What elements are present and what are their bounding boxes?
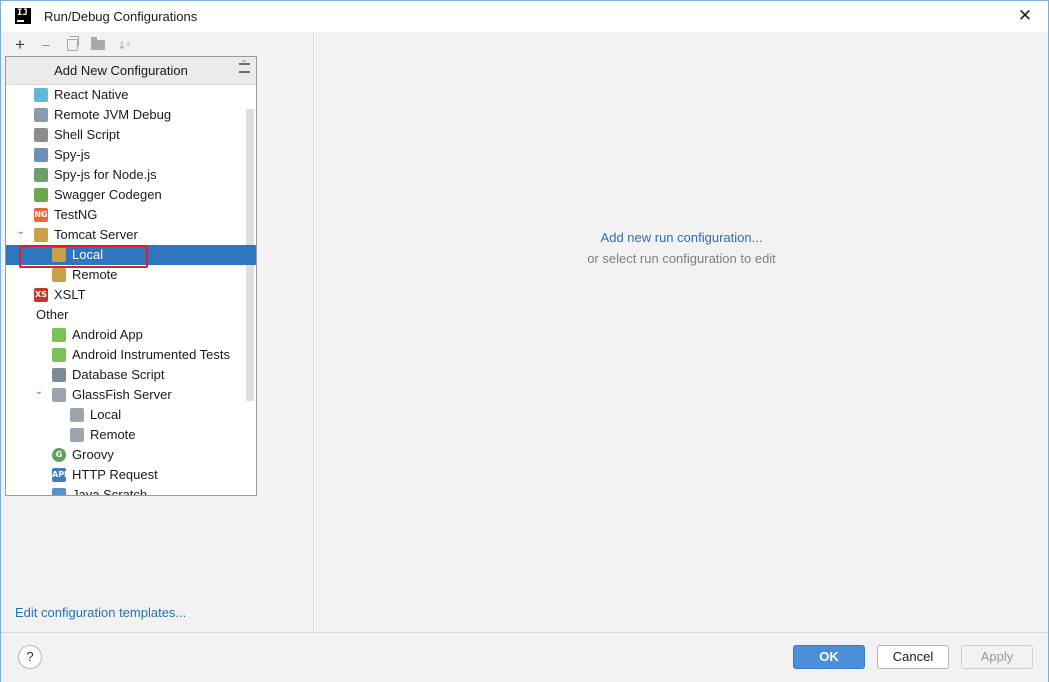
config-type-label: Remote (72, 267, 118, 282)
config-type-item[interactable]: Remote (6, 265, 256, 285)
config-type-item[interactable]: React Native (6, 85, 256, 105)
close-icon[interactable]: ✕ (1015, 6, 1035, 26)
config-type-item[interactable]: Android Instrumented Tests (6, 345, 256, 365)
http-request-icon: API (52, 468, 67, 482)
spy-js-icon (34, 148, 48, 162)
edit-templates-link[interactable]: Edit configuration templates... (15, 605, 186, 620)
tomcat-icon (52, 268, 66, 282)
swagger-icon (34, 188, 48, 202)
config-type-label: Remote (90, 427, 136, 442)
sort-glyph: ↓ᶻ (117, 38, 131, 52)
config-type-item[interactable]: Local (6, 245, 256, 265)
minus-icon[interactable]: − (33, 34, 59, 56)
cancel-button[interactable]: Cancel (877, 645, 949, 669)
popup-title: Add New Configuration (54, 63, 188, 78)
config-type-label: Remote JVM Debug (54, 107, 172, 122)
window-title: Run/Debug Configurations (44, 9, 198, 24)
config-type-label: Tomcat Server (54, 227, 138, 242)
collapse-all-icon[interactable]: ⌃ (238, 59, 250, 76)
chevron-down-icon[interactable]: ⌄ (6, 302, 8, 322)
config-type-item[interactable]: Android App (6, 325, 256, 345)
testng-icon: NG (34, 208, 48, 222)
remote-debug-icon (34, 108, 48, 122)
tomcat-icon (52, 248, 66, 262)
config-type-label: XSLT (54, 287, 86, 302)
config-type-label: Android Instrumented Tests (72, 347, 231, 362)
config-type-label: TestNG (54, 207, 98, 222)
config-type-label: Groovy (72, 447, 114, 462)
config-type-label: Spy-js (54, 147, 91, 162)
config-type-label: Shell Script (54, 127, 120, 142)
chevron-down-icon[interactable]: ⌄ (16, 222, 26, 242)
config-type-label: Android App (72, 327, 143, 342)
config-type-item[interactable]: Spy-js (6, 145, 256, 165)
apply-button[interactable]: Apply (961, 645, 1033, 669)
config-type-item[interactable]: Remote (6, 425, 256, 445)
config-type-label: GlassFish Server (72, 387, 172, 402)
run-debug-dialog: IJ Run/Debug Configurations ✕ + − ↓ᶻ Add… (0, 0, 1049, 682)
config-editor-panel: Add new run configuration... or select r… (315, 32, 1048, 632)
config-type-item[interactable]: Local (6, 405, 256, 425)
config-type-item[interactable]: Remote JVM Debug (6, 105, 256, 125)
config-type-label: HTTP Request (72, 467, 158, 482)
help-button[interactable]: ? (18, 645, 42, 669)
add-run-configuration-link[interactable]: Add new run configuration... (315, 230, 1048, 245)
spy-js-node-icon (34, 168, 48, 182)
plus-icon[interactable]: + (7, 34, 33, 56)
config-type-label: Java Scratch (72, 487, 148, 496)
config-type-label: Database Script (72, 367, 165, 382)
config-type-item[interactable]: Swagger Codegen (6, 185, 256, 205)
android-test-icon (52, 348, 66, 362)
select-hint-text: or select run configuration to edit (587, 251, 776, 266)
intellij-app-icon: IJ (15, 8, 31, 24)
add-configuration-popup: Add New Configuration ⌃ React Native Remo… (5, 56, 257, 496)
config-type-item[interactable]: ⌄ GlassFish Server (6, 385, 256, 405)
glassfish-icon (70, 408, 84, 422)
java-scratch-icon (52, 488, 66, 495)
groovy-icon: G (52, 448, 66, 462)
copy-icon[interactable] (59, 34, 85, 56)
config-type-label: Local (72, 247, 104, 262)
config-type-item[interactable]: Spy-js for Node.js (6, 165, 256, 185)
config-type-item[interactable]: G Groovy (6, 445, 256, 465)
config-type-item[interactable]: API HTTP Request (6, 465, 256, 485)
android-icon (52, 328, 66, 342)
xslt-icon: XS (34, 288, 48, 302)
config-type-item[interactable]: ⌄ Other (6, 305, 256, 325)
config-type-item[interactable]: Java Scratch (6, 485, 256, 496)
config-type-label: Other (36, 307, 69, 322)
config-type-item[interactable]: XS XSLT (6, 285, 256, 305)
glassfish-icon (52, 388, 66, 402)
config-type-item[interactable]: ⌄ Tomcat Server (6, 225, 256, 245)
app-icon-text: IJ (17, 8, 28, 18)
config-toolbar: + − ↓ᶻ (7, 34, 137, 56)
popup-header: Add New Configuration ⌃ (6, 57, 256, 85)
new-folder-icon[interactable] (85, 34, 111, 56)
config-type-item[interactable]: Shell Script (6, 125, 256, 145)
config-type-label: Spy-js for Node.js (54, 167, 157, 182)
dialog-button-bar: ? OK Cancel Apply (1, 632, 1048, 682)
config-tree-panel: + − ↓ᶻ Add New Configuration ⌃ React Nat… (1, 32, 314, 632)
chevron-down-icon[interactable]: ⌄ (34, 382, 44, 402)
tomcat-icon (34, 228, 48, 242)
config-type-label: React Native (54, 87, 129, 102)
config-type-item[interactable]: NG TestNG (6, 205, 256, 225)
shell-script-icon (34, 128, 48, 142)
config-type-label: Local (90, 407, 122, 422)
ok-button[interactable]: OK (793, 645, 865, 669)
sort-icon[interactable]: ↓ᶻ (111, 34, 137, 56)
react-native-icon (34, 88, 48, 102)
glassfish-icon (70, 428, 84, 442)
title-bar: IJ Run/Debug Configurations ✕ (1, 1, 1048, 32)
config-type-label: Swagger Codegen (54, 187, 162, 202)
database-icon (52, 368, 66, 382)
